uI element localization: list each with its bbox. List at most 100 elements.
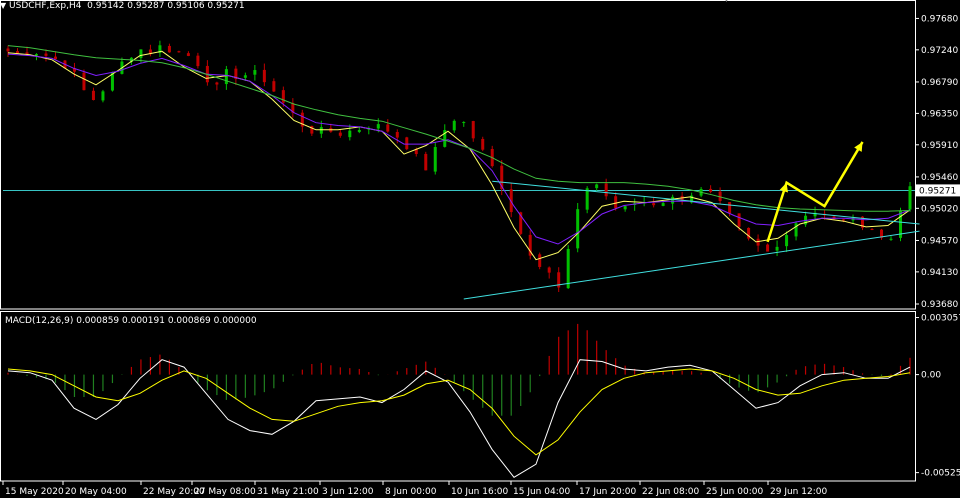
candle-body — [34, 54, 38, 56]
candle-body — [272, 81, 276, 92]
candle-body — [319, 127, 323, 134]
ohlc-readout: 0.95142 0.95287 0.95106 0.95271 — [87, 1, 245, 11]
candle-body — [253, 70, 257, 75]
macd-main-line — [7, 359, 911, 478]
price-tick-label: 0.94570 — [921, 236, 958, 246]
candle-body — [243, 75, 247, 78]
ma-mid-line — [7, 53, 911, 245]
candle-body — [538, 254, 542, 267]
time-tick-label: 25 Jun 00:00 — [706, 487, 763, 497]
candle-body — [471, 121, 475, 139]
price-tick-label: 0.94130 — [921, 268, 958, 278]
candle-body — [623, 206, 627, 210]
candle-body — [424, 153, 428, 171]
candle-body — [652, 203, 656, 206]
candle-body — [348, 130, 352, 138]
candle-body — [338, 132, 342, 136]
candle-body — [595, 184, 599, 189]
candle-body — [82, 72, 86, 91]
price-tick-label: 0.97680 — [921, 14, 958, 24]
price-tick-label: 0.96790 — [921, 78, 958, 88]
candle-body — [196, 55, 200, 67]
price-tick-label: 0.97240 — [921, 46, 958, 56]
candle-body — [53, 56, 57, 60]
candle-body — [167, 45, 171, 53]
time-tick-label: 10 Jun 16:00 — [451, 487, 508, 497]
candle-body — [386, 124, 390, 132]
candle-body — [766, 244, 770, 252]
candle-body — [405, 137, 409, 150]
candle-body — [177, 51, 181, 53]
macd-label: MACD(12,26,9) 0.000859 0.000191 0.000869… — [5, 316, 257, 326]
macd-header: MACD(12,26,9) 0.000859 0.000191 0.000869… — [5, 316, 257, 326]
candle-body — [889, 238, 893, 240]
candle-body — [671, 196, 675, 204]
candle-body — [709, 188, 713, 192]
current-price-label: 0.95271 — [919, 186, 956, 196]
price-tick-label: 0.96350 — [921, 109, 958, 119]
ma-slow-line — [7, 45, 911, 212]
candle-body — [661, 203, 665, 206]
candle-body — [908, 186, 912, 210]
candle-body — [775, 246, 779, 251]
time-tick-label: 15 May 2020 — [5, 487, 64, 497]
chart-canvas[interactable]: 0.97680 0.97240 0.96790 0.96350 0.95910 0.954… — [0, 0, 960, 498]
candle-body — [186, 53, 190, 56]
candle-body — [566, 248, 570, 289]
candle-body — [585, 188, 589, 210]
price-tick-label: 0.95020 — [921, 204, 958, 214]
candle-body — [15, 51, 19, 54]
symbol-label: USDCHF,Exp,H4 — [9, 1, 82, 11]
candle-body — [91, 90, 95, 101]
candle-body — [44, 53, 48, 56]
candle-body — [224, 69, 228, 85]
candle-body — [842, 219, 846, 221]
candle-body — [139, 49, 143, 59]
dropdown-icon[interactable]: ▼ — [0, 1, 6, 10]
candle-body — [614, 196, 618, 209]
macd-tick-label: -0.005251 — [921, 469, 960, 479]
time-tick-label: 17 Jun 20:00 — [579, 487, 636, 497]
candle-body — [604, 183, 608, 197]
ma-fast-line — [7, 50, 911, 261]
upper-trendline — [492, 180, 920, 225]
time-tick-label: 31 May 21:00 — [257, 487, 319, 497]
time-tick-label: 8 Jun 00:00 — [385, 487, 437, 497]
candle-body — [794, 223, 798, 237]
candle-body — [6, 48, 10, 52]
shift-marker-icon[interactable]: ▼ — [723, 0, 733, 4]
candle-body — [481, 138, 485, 150]
projection-arrowhead-icon — [779, 182, 788, 193]
candle-body — [462, 122, 466, 124]
price-tick-label: 0.95460 — [921, 173, 958, 183]
candle-body — [215, 82, 219, 85]
main-pane-frame — [0, 0, 916, 310]
candle-body — [728, 202, 732, 214]
time-tick-label: 27 May 08:00 — [194, 487, 256, 497]
candle-body — [547, 267, 551, 273]
chart-header: ▼ USDCHF,Exp,H4 0.95142 0.95287 0.95106 … — [0, 1, 245, 11]
candle-body — [737, 213, 741, 227]
lower-trendline — [463, 230, 920, 300]
candle-body — [576, 209, 580, 249]
candle-body — [357, 130, 361, 132]
macd-tick-label: 0.003057 — [921, 314, 960, 324]
candle-body — [395, 132, 399, 138]
candle-body — [262, 69, 266, 83]
macd-tick-label: 0.00 — [921, 371, 941, 381]
candle-body — [101, 91, 105, 101]
candle-body — [452, 120, 456, 131]
time-tick-label: 15 Jun 04:00 — [513, 487, 570, 497]
macd-signal-line — [7, 368, 911, 456]
candle-body — [870, 229, 874, 231]
time-tick-label: 20 May 04:00 — [65, 487, 127, 497]
projection-arrow-path — [766, 141, 864, 243]
time-tick-label: 29 Jun 12:00 — [770, 487, 827, 497]
candle-body — [433, 147, 437, 172]
time-tick-label: 3 Jun 12:00 — [322, 487, 374, 497]
candle-body — [785, 235, 789, 247]
price-tick-label: 0.93680 — [921, 300, 958, 310]
time-tick-label: 22 Jun 08:00 — [642, 487, 699, 497]
price-tick-label: 0.95910 — [921, 141, 958, 151]
candle-body — [376, 124, 380, 129]
